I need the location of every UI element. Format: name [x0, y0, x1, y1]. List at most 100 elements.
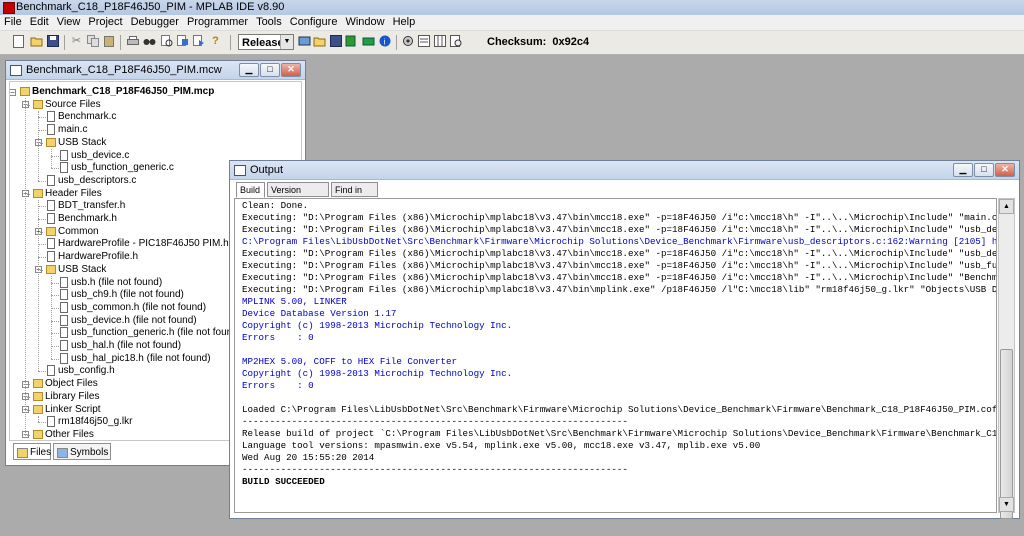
menu-window[interactable]: Window: [341, 15, 388, 28]
tree-connector: [51, 168, 59, 170]
tree-item-label: usb_function_generic.h (file not found): [71, 327, 242, 339]
copy-icon[interactable]: [86, 35, 99, 48]
info-icon[interactable]: i: [378, 35, 391, 48]
tree-item-label: Other Files: [45, 428, 94, 440]
build-icon[interactable]: [298, 35, 311, 48]
output-line: Executing: "D:\Program Files (x86)\Micro…: [242, 224, 997, 235]
tab-files[interactable]: Files: [13, 443, 51, 460]
find-icon[interactable]: [143, 35, 156, 48]
menu-debugger[interactable]: Debugger: [127, 15, 183, 28]
maximize-button[interactable]: □: [974, 163, 994, 177]
tree-item-label: Header Files: [45, 187, 102, 199]
collapse-icon[interactable]: −: [10, 88, 16, 96]
output-window: Output ▁ □ ✕ Build Version Control Find …: [229, 160, 1020, 519]
output-line: ----------------------------------------…: [242, 416, 628, 427]
checksum-value: 0x92c4: [552, 36, 590, 48]
tree-connector: [38, 422, 46, 424]
tree-item-label: Library Files: [45, 390, 100, 402]
minimize-button[interactable]: ▁: [953, 163, 973, 177]
folder-icon: [33, 188, 43, 198]
tree-connector: [38, 206, 46, 208]
file-icon: [60, 352, 68, 364]
close-button[interactable]: ✕: [281, 63, 301, 77]
menu-tools[interactable]: Tools: [252, 15, 286, 28]
output-line: BUILD SUCCEEDED: [242, 476, 325, 487]
build-config-value: Release: [242, 37, 284, 49]
paste-icon[interactable]: [102, 35, 115, 48]
menu-programmer[interactable]: Programmer: [183, 15, 252, 28]
settings-icon[interactable]: [401, 35, 414, 48]
tab-build[interactable]: Build: [236, 182, 265, 198]
close-button[interactable]: ✕: [995, 163, 1015, 177]
save-project-icon[interactable]: [329, 35, 342, 48]
bookmark-icon[interactable]: [176, 35, 189, 48]
tree-connector: [51, 148, 52, 169]
find-in-files-icon[interactable]: [160, 35, 173, 48]
tree-connector: [38, 244, 46, 246]
output-line: Copyright (c) 1998-2013 Microchip Techno…: [242, 320, 513, 331]
toolbar: ✂ ? Release ▼ i Checksum: 0x92c4: [0, 31, 1024, 55]
output-window-titlebar[interactable]: Output ▁ □ ✕: [230, 161, 1019, 180]
tab-find-in-files[interactable]: Find in Files: [331, 182, 378, 210]
menu-project[interactable]: Project: [84, 15, 126, 28]
minimize-button[interactable]: ▁: [239, 63, 259, 77]
menu-view[interactable]: View: [53, 15, 85, 28]
program-memory-icon[interactable]: [417, 35, 430, 48]
file-icon: [47, 174, 55, 186]
file-registers-icon[interactable]: [433, 35, 446, 48]
output-line: C:\Program Files\LibUsbDotNet\Src\Benchm…: [242, 236, 997, 247]
menu-help[interactable]: Help: [389, 15, 420, 28]
tree-item-label: usb_function_generic.c: [71, 162, 174, 174]
open-project-icon[interactable]: [313, 35, 326, 48]
print-icon[interactable]: [126, 35, 139, 48]
next-bookmark-icon[interactable]: [192, 35, 205, 48]
build-config-select[interactable]: Release ▼: [238, 34, 294, 50]
new-file-icon[interactable]: [13, 35, 24, 48]
folder-icon: [17, 448, 28, 458]
tree-item-label: Benchmark.c: [58, 111, 117, 123]
folder-icon: [20, 87, 30, 96]
watch-icon[interactable]: [449, 35, 462, 48]
compile-icon[interactable]: [345, 35, 358, 48]
output-line: Wed Aug 20 15:55:20 2014: [242, 452, 375, 463]
tree-connector: [38, 180, 46, 182]
file-icon: [60, 289, 68, 301]
save-icon[interactable]: [46, 35, 59, 48]
menu-file[interactable]: File: [0, 15, 26, 28]
tree-item-label: HardwareProfile.h: [58, 251, 139, 263]
tree-connector: [38, 219, 46, 220]
output-tab-strip: Build Version Control Find in Files: [234, 182, 1015, 210]
menu-edit[interactable]: Edit: [26, 15, 53, 28]
scroll-down-icon[interactable]: ▼: [999, 497, 1014, 512]
folder-icon: [46, 137, 56, 147]
symbols-icon: [57, 448, 68, 458]
build-output-text[interactable]: Clean: Done. Executing: "D:\Program Files…: [234, 198, 997, 513]
tree-item-label: Linker Script: [45, 403, 101, 415]
output-line: MP2HEX 5.00, COFF to HEX File Converter: [242, 356, 458, 367]
checksum-display: Checksum: 0x92c4: [487, 36, 589, 48]
tree-connector: [51, 320, 59, 322]
tree-connector: [51, 275, 52, 359]
cut-icon[interactable]: ✂: [70, 35, 83, 48]
tree-item-label: HardwareProfile - PIC18F46J50 PIM.h: [58, 238, 229, 250]
tree-connector: [38, 199, 39, 372]
tab-symbols[interactable]: Symbols: [53, 443, 111, 460]
file-icon: [47, 200, 55, 212]
chevron-down-icon[interactable]: ▼: [280, 35, 293, 49]
maximize-button[interactable]: □: [260, 63, 280, 77]
scroll-thumb[interactable]: [1000, 349, 1013, 519]
help-icon[interactable]: ?: [209, 35, 222, 48]
menu-configure[interactable]: Configure: [286, 15, 342, 28]
scroll-up-icon[interactable]: ▲: [999, 199, 1014, 214]
tree-connector: [38, 415, 39, 423]
make-icon[interactable]: [362, 35, 375, 48]
tab-version-control[interactable]: Version Control: [267, 182, 329, 210]
file-icon: [60, 276, 68, 288]
vertical-scrollbar[interactable]: ▲ ▼: [998, 198, 1015, 519]
tree-connector: [51, 333, 59, 335]
tree-item-label: usb_device.c: [71, 149, 130, 161]
open-icon[interactable]: [30, 35, 43, 48]
project-window-titlebar[interactable]: Benchmark_C18_P18F46J50_PIM.mcw ▁ □ ✕: [6, 61, 305, 80]
output-line: MPLINK 5.00, LINKER: [242, 296, 347, 307]
checksum-label: Checksum:: [487, 36, 547, 48]
